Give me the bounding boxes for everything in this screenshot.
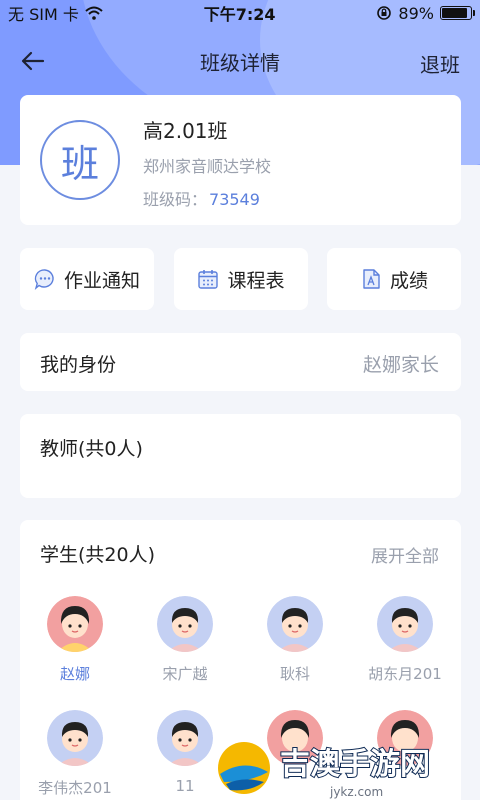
avatar [157,710,213,766]
avatar [267,596,323,652]
homework-notice-button[interactable]: 作业通知 [20,248,154,310]
school-name: 郑州家音顺达学校 [143,157,272,176]
watermark-text: 吉澳手游网 [280,747,430,782]
class-code-value: 73549 [209,190,260,209]
back-button[interactable] [18,48,48,74]
expand-all-button[interactable]: 展开全部 [371,542,439,567]
rotation-lock-icon [377,6,392,20]
battery-percent: 89% [398,3,434,23]
class-code-row: 班级码： 73549 [143,186,260,210]
chat-bubble-icon [34,269,54,290]
student-item[interactable]: 耿科 [240,596,350,684]
student-item[interactable]: 李伟杰201 [20,710,130,798]
students-heading: 学生(共20人) [40,544,156,566]
page-title: 班级详情 [200,50,280,75]
site-watermark: 吉澳手游网 jykz.com [210,732,480,800]
student-name: 李伟杰201 [38,779,112,797]
student-item[interactable]: 胡东月201 [350,596,460,684]
class-code-label: 班级码： [143,190,208,209]
arrow-left-icon [21,51,45,71]
class-logo: 班 [40,120,120,200]
battery-icon [439,6,475,20]
class-info-card: 班 高2.01班 郑州家音顺达学校 班级码： 73549 [20,95,461,225]
student-name: 耿科 [279,665,310,683]
teachers-section: 教师(共0人) [20,414,461,498]
carrier-label: 无 SIM 卡 [8,5,79,24]
watermark-url: jykz.com [329,785,383,799]
my-identity-row[interactable]: 我的身份 赵娜家长 [20,333,461,391]
identity-label: 我的身份 [40,354,117,376]
status-bar: 无 SIM 卡 下午7:24 89% [0,0,480,26]
teachers-heading: 教师(共0人) [40,438,143,460]
nav-bar: 班级详情 退班 [0,40,480,82]
timetable-button[interactable]: 课程表 [174,248,308,310]
status-time: 下午7:24 [203,5,276,24]
timetable-label: 课程表 [227,269,285,292]
class-name: 高2.01班 [143,119,228,143]
grades-label: 成绩 [389,269,428,292]
avatar [47,596,103,652]
grades-button[interactable]: 成绩 [327,248,461,310]
student-item[interactable]: 宋广越 [130,596,240,684]
student-item[interactable]: 赵娜 [20,596,130,684]
leave-class-button[interactable]: 退班 [420,49,460,78]
identity-value: 赵娜家长 [362,354,439,376]
avatar [47,710,103,766]
homework-notice-label: 作业通知 [63,269,140,292]
student-name: 宋广越 [162,665,208,683]
wifi-icon [85,6,103,20]
student-name: 胡东月201 [368,665,442,683]
document-icon [363,269,380,289]
student-name: 赵娜 [59,665,90,683]
avatar [157,596,213,652]
calendar-icon [198,270,219,289]
avatar [377,596,433,652]
